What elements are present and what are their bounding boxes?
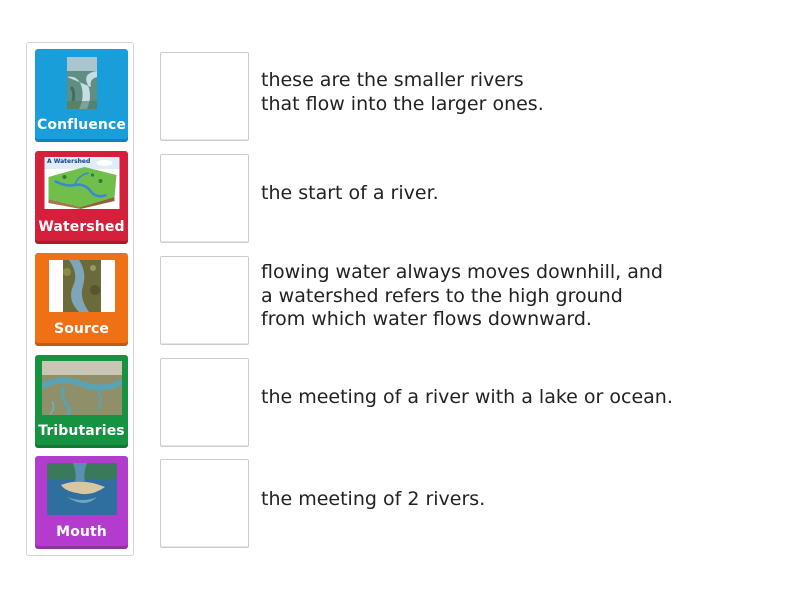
definition-text: the meeting of 2 rivers. — [261, 488, 486, 510]
drop-box[interactable] — [160, 154, 249, 243]
tile-watershed[interactable]: A Watershed Watershed — [35, 151, 128, 244]
tile-label: Mouth — [56, 524, 107, 540]
definition-text: these are the smaller rivers that flow i… — [261, 69, 544, 115]
tile-tributaries[interactable]: Tributaries — [35, 355, 128, 448]
tile-source[interactable]: Source — [35, 253, 128, 346]
tile-label: Tributaries — [38, 423, 125, 439]
definition-text: the start of a river. — [261, 182, 439, 204]
tile-label: Confluence — [37, 117, 126, 133]
tile-tray: Confluence A Watershed Watershed Source … — [26, 42, 134, 556]
tile-label: Watershed — [38, 219, 125, 235]
mouth-aerial-photo — [46, 463, 117, 515]
tile-label: Source — [54, 321, 109, 337]
tile-mouth[interactable]: Mouth — [35, 456, 128, 549]
confluence-photo — [66, 57, 97, 109]
watershed-diagram: A Watershed — [44, 157, 119, 209]
definition-text: flowing water always moves downhill, and… — [261, 261, 663, 330]
drop-box[interactable] — [160, 256, 249, 345]
drop-box[interactable] — [160, 52, 249, 141]
drop-box[interactable] — [160, 459, 249, 548]
tile-confluence[interactable]: Confluence — [35, 49, 128, 142]
definition-text: the meeting of a river with a lake or oc… — [261, 386, 673, 408]
watershed-diagram-caption: A Watershed — [47, 158, 91, 165]
source-photo — [48, 260, 115, 312]
tributaries-aerial-photo — [41, 361, 122, 415]
match-up-activity: Confluence A Watershed Watershed Source … — [0, 0, 800, 600]
drop-box[interactable] — [160, 358, 249, 447]
